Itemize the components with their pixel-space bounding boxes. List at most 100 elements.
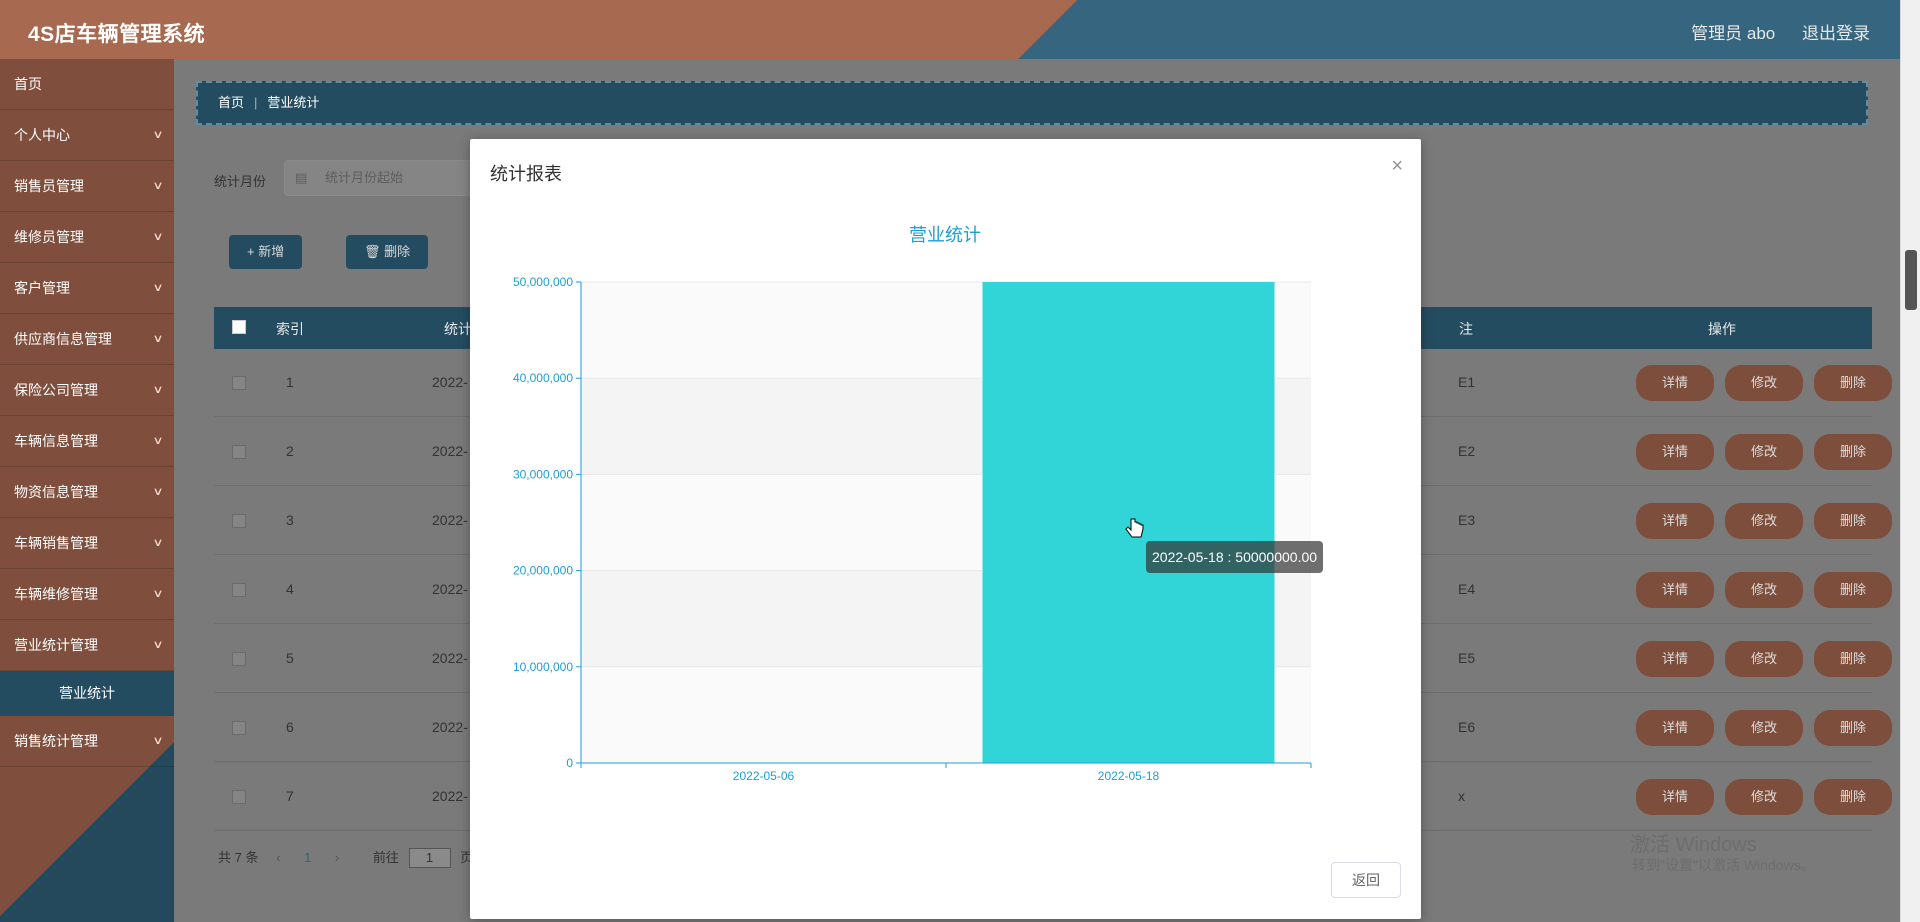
x-tick-label: 2022-05-18 [1098, 769, 1160, 783]
detail-button[interactable]: 详情 [1636, 365, 1714, 401]
delete-button[interactable]: 删除 [1814, 641, 1892, 677]
windows-activation-hint: 转到"设置"以激活 Windows。 [1632, 857, 1815, 873]
y-tick-label: 40,000,000 [513, 371, 573, 385]
sidebar-item-label: 个人中心 [14, 127, 70, 143]
breadcrumb-home[interactable]: 首页 [218, 95, 244, 110]
chevron-down-icon: ∨ [152, 231, 164, 243]
chevron-down-icon: ∨ [152, 537, 164, 549]
sidebar-item[interactable]: 维修员管理 ∨ [0, 212, 174, 263]
select-all-checkbox[interactable] [232, 320, 246, 334]
chevron-down-icon: ∨ [152, 282, 164, 294]
header-user-area: 管理员 abo 退出登录 [1669, 19, 1870, 44]
cell-index: 6 [286, 719, 294, 735]
edit-button[interactable]: 修改 [1725, 710, 1803, 746]
row-checkbox[interactable] [232, 583, 246, 597]
cell-index: 1 [286, 374, 294, 390]
sidebar-item-label: 首页 [14, 76, 42, 92]
row-checkbox[interactable] [232, 652, 246, 666]
sidebar-item[interactable]: 客户管理 ∨ [0, 263, 174, 314]
delete-button[interactable]: 删除 [1814, 572, 1892, 608]
sidebar-item[interactable]: 物资信息管理 ∨ [0, 467, 174, 518]
row-checkbox[interactable] [232, 790, 246, 804]
sidebar-item[interactable]: 销售员管理 ∨ [0, 161, 174, 212]
delete-button[interactable]: 删除 [1814, 434, 1892, 470]
sidebar-subitem-business-stats[interactable]: 营业统计 [0, 671, 174, 716]
chevron-down-icon: ∨ [152, 639, 164, 651]
row-checkbox[interactable] [232, 514, 246, 528]
delete-button[interactable]: 删除 [1814, 503, 1892, 539]
sidebar-item[interactable]: 首页 [0, 59, 174, 110]
cell-note: E6 [1458, 719, 1476, 735]
y-tick-label: 10,000,000 [513, 660, 573, 674]
chevron-down-icon: ∨ [152, 384, 164, 396]
edit-button[interactable]: 修改 [1725, 641, 1803, 677]
chevron-down-icon: ∨ [152, 129, 164, 141]
cell-note: E4 [1458, 581, 1476, 597]
x-tick-label: 2022-05-06 [733, 769, 795, 783]
goto-label: 前往 [372, 850, 399, 865]
sidebar-item[interactable]: 保险公司管理 ∨ [0, 365, 174, 416]
chevron-down-icon: ∨ [152, 180, 164, 192]
y-tick-label: 30,000,000 [513, 467, 573, 481]
edit-button[interactable]: 修改 [1725, 572, 1803, 608]
edit-button[interactable]: 修改 [1725, 434, 1803, 470]
detail-button[interactable]: 详情 [1636, 779, 1714, 815]
sidebar-item-label: 物资信息管理 [14, 484, 98, 500]
delete-button[interactable]: 删除 [1814, 710, 1892, 746]
chevron-down-icon: ∨ [152, 735, 164, 747]
prev-page-icon[interactable]: ‹ [276, 850, 280, 865]
header-index: 索引 [276, 321, 304, 337]
return-button[interactable]: 返回 [1331, 862, 1401, 898]
chevron-down-icon: ∨ [152, 588, 164, 600]
sidebar-item-label: 维修员管理 [14, 229, 84, 245]
sidebar-item-label: 保险公司管理 [14, 382, 98, 398]
edit-button[interactable]: 修改 [1725, 503, 1803, 539]
sidebar-item-label: 销售统计管理 [14, 733, 98, 749]
y-tick-label: 0 [566, 756, 573, 770]
sidebar-item-label: 车辆维修管理 [14, 586, 98, 602]
sidebar-item[interactable]: 营业统计管理 ∨ [0, 620, 174, 671]
delete-button[interactable]: 删除 [1814, 365, 1892, 401]
sidebar-item-label: 车辆信息管理 [14, 433, 98, 449]
stats-report-dialog: 统计报表 × 营业统计 0 10,000,000 20,000,000 30,000,0… [470, 139, 1421, 919]
pagination: 共 7 条 ‹ 1 › 前往 1 页 [218, 847, 473, 868]
cell-month: 2022- [432, 650, 468, 666]
detail-button[interactable]: 详情 [1636, 434, 1714, 470]
edit-button[interactable]: 修改 [1725, 779, 1803, 815]
detail-button[interactable]: 详情 [1636, 572, 1714, 608]
breadcrumb: 首页 | 营业统计 [196, 81, 1868, 125]
sidebar-item[interactable]: 车辆维修管理 ∨ [0, 569, 174, 620]
header-note: 注 [1459, 321, 1473, 337]
add-button[interactable]: + 新增 [229, 235, 303, 269]
sidebar-item[interactable]: 供应商信息管理 ∨ [0, 314, 174, 365]
detail-button[interactable]: 详情 [1636, 710, 1714, 746]
cell-month: 2022- [432, 788, 468, 804]
row-checkbox[interactable] [232, 376, 246, 390]
cell-note: E1 [1458, 374, 1476, 390]
row-checkbox[interactable] [232, 721, 246, 735]
sidebar-item[interactable]: 个人中心 ∨ [0, 110, 174, 161]
batch-delete-button[interactable]: 🗑 删除 [346, 235, 429, 269]
app-title: 4S店车辆管理系统 [28, 23, 206, 46]
breadcrumb-separator: | [254, 95, 258, 110]
cell-index: 7 [286, 788, 294, 804]
detail-button[interactable]: 详情 [1636, 641, 1714, 677]
detail-button[interactable]: 详情 [1636, 503, 1714, 539]
sidebar-item[interactable]: 车辆信息管理 ∨ [0, 416, 174, 467]
goto-page-input[interactable]: 1 [408, 848, 451, 868]
chevron-down-icon: ∨ [152, 486, 164, 498]
delete-button[interactable]: 删除 [1814, 779, 1892, 815]
sidebar-item[interactable]: 车辆销售管理 ∨ [0, 518, 174, 569]
next-page-icon[interactable]: › [335, 850, 339, 865]
sidebar-item-sales-stats[interactable]: 销售统计管理 ∨ [0, 716, 174, 767]
cell-index: 2 [286, 443, 294, 459]
scrollbar-thumb[interactable] [1905, 250, 1917, 310]
sidebar-item-label: 客户管理 [14, 280, 70, 296]
calendar-icon: ▤ [295, 170, 308, 185]
filter-month-label: 统计月份 [214, 174, 267, 189]
page-scrollbar[interactable] [1900, 0, 1920, 922]
current-page[interactable]: 1 [304, 850, 311, 865]
edit-button[interactable]: 修改 [1725, 365, 1803, 401]
row-checkbox[interactable] [232, 445, 246, 459]
logout-button[interactable]: 退出登录 [1802, 24, 1870, 43]
